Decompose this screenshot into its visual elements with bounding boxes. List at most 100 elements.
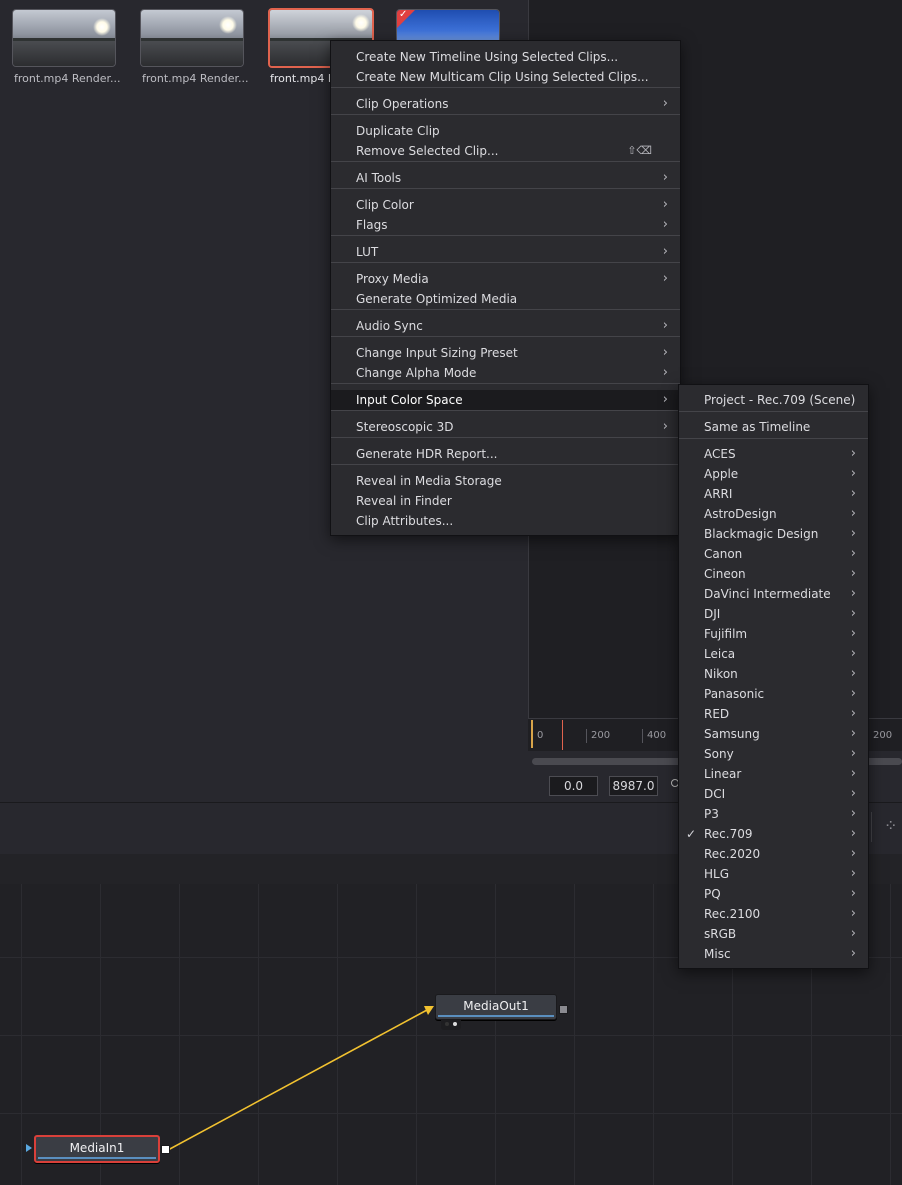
connection-line xyxy=(167,1009,428,1151)
menu-item-remove-selected-clip[interactable]: Remove Selected Clip... ⇧⌫ xyxy=(331,141,680,161)
color-space-item-rec-2020[interactable]: Rec.2020 › xyxy=(679,844,868,864)
color-space-item-aces[interactable]: ACES › xyxy=(679,444,868,464)
chevron-right-icon: › xyxy=(850,826,856,841)
color-space-item-arri[interactable]: ARRI › xyxy=(679,484,868,504)
color-space-item-fujifilm[interactable]: Fujifilm › xyxy=(679,624,868,644)
menu-item-proxy-media[interactable]: Proxy Media › xyxy=(331,269,680,289)
chevron-right-icon: › xyxy=(850,506,856,521)
color-space-item-linear[interactable]: Linear › xyxy=(679,764,868,784)
playhead[interactable] xyxy=(562,720,563,750)
menu-separator xyxy=(331,235,680,236)
color-space-item-p3[interactable]: P3 › xyxy=(679,804,868,824)
menu-item-label: Audio Sync xyxy=(356,319,423,333)
chevron-right-icon: › xyxy=(850,466,856,481)
menu-item-label: LUT xyxy=(356,245,379,259)
color-space-item-pq[interactable]: PQ › xyxy=(679,884,868,904)
color-space-item-dci[interactable]: DCI › xyxy=(679,784,868,804)
node-media-in-label: MediaIn1 xyxy=(69,1141,125,1155)
menu-item-ai-tools[interactable]: AI Tools › xyxy=(331,168,680,188)
ruler-tick: 200 xyxy=(586,729,610,743)
menu-item-label: Proxy Media xyxy=(356,272,429,286)
color-space-item-leica[interactable]: Leica › xyxy=(679,644,868,664)
spinner-icon[interactable]: ⁘ xyxy=(884,816,902,836)
input-arrow-icon xyxy=(26,1144,32,1152)
menu-item-lut[interactable]: LUT › xyxy=(331,242,680,262)
ruler-tick: 200 xyxy=(868,729,892,743)
clip-thumbnail-2[interactable] xyxy=(140,9,244,67)
chevron-right-icon: › xyxy=(850,446,856,461)
menu-item-audio-sync[interactable]: Audio Sync › xyxy=(331,316,680,336)
color-space-item-misc[interactable]: Misc › xyxy=(679,944,868,964)
chevron-right-icon: › xyxy=(850,846,856,861)
menu-separator xyxy=(331,161,680,162)
chevron-right-icon: › xyxy=(662,345,668,360)
menu-item-label: sRGB xyxy=(704,927,737,941)
menu-item-input-color-space[interactable]: Input Color Space › xyxy=(331,390,680,410)
color-space-item-canon[interactable]: Canon › xyxy=(679,544,868,564)
start-time-field[interactable]: 0.0 xyxy=(549,776,598,796)
menu-item-clip-color[interactable]: Clip Color › xyxy=(331,195,680,215)
menu-item-label: Duplicate Clip xyxy=(356,124,440,138)
menu-separator xyxy=(331,437,680,438)
color-space-item-apple[interactable]: Apple › xyxy=(679,464,868,484)
color-space-item-dji[interactable]: DJI › xyxy=(679,604,868,624)
color-space-item-blackmagic-design[interactable]: Blackmagic Design › xyxy=(679,524,868,544)
menu-item-reveal-in-finder[interactable]: Reveal in Finder xyxy=(331,491,680,511)
chevron-right-icon: › xyxy=(850,626,856,641)
menu-item-label: Nikon xyxy=(704,667,738,681)
chevron-right-icon: › xyxy=(662,419,668,434)
menu-item-generate-optimized-media[interactable]: Generate Optimized Media xyxy=(331,289,680,309)
node-media-out[interactable]: MediaOut1 xyxy=(435,994,557,1020)
menu-item-label: Clip Color xyxy=(356,198,414,212)
color-space-item-rec-709[interactable]: ✓ Rec.709 › xyxy=(679,824,868,844)
chevron-right-icon: › xyxy=(662,392,668,407)
color-space-item-astrodesign[interactable]: AstroDesign › xyxy=(679,504,868,524)
color-space-item-hlg[interactable]: HLG › xyxy=(679,864,868,884)
menu-item-label: ARRI xyxy=(704,487,733,501)
color-space-item-srgb[interactable]: sRGB › xyxy=(679,924,868,944)
color-space-item-project-rec-709-scene[interactable]: Project - Rec.709 (Scene) xyxy=(679,390,868,410)
color-space-item-rec-2100[interactable]: Rec.2100 › xyxy=(679,904,868,924)
menu-item-create-new-timeline-using-selected-clips[interactable]: Create New Timeline Using Selected Clips… xyxy=(331,47,680,67)
color-space-item-red[interactable]: RED › xyxy=(679,704,868,724)
menu-item-label: Change Alpha Mode xyxy=(356,366,477,380)
chevron-right-icon: › xyxy=(662,271,668,286)
menu-item-label: Canon xyxy=(704,547,743,561)
menu-item-label: Samsung xyxy=(704,727,760,741)
menu-item-generate-hdr-report[interactable]: Generate HDR Report... xyxy=(331,444,680,464)
chevron-right-icon: › xyxy=(850,906,856,921)
menu-item-duplicate-clip[interactable]: Duplicate Clip xyxy=(331,121,680,141)
color-space-item-davinci-intermediate[interactable]: DaVinci Intermediate › xyxy=(679,584,868,604)
color-space-item-samsung[interactable]: Samsung › xyxy=(679,724,868,744)
menu-item-label: PQ xyxy=(704,887,721,901)
menu-item-change-alpha-mode[interactable]: Change Alpha Mode › xyxy=(331,363,680,383)
shortcut-label: ⇧⌫ xyxy=(627,144,652,157)
menu-item-create-new-multicam-clip-using-selected-clips[interactable]: Create New Multicam Clip Using Selected … xyxy=(331,67,680,87)
menu-item-label: Linear xyxy=(704,767,742,781)
color-space-item-nikon[interactable]: Nikon › xyxy=(679,664,868,684)
menu-item-flags[interactable]: Flags › xyxy=(331,215,680,235)
chevron-right-icon: › xyxy=(662,365,668,380)
node-media-in[interactable]: MediaIn1 xyxy=(34,1135,160,1163)
menu-item-label: ACES xyxy=(704,447,736,461)
output-port[interactable] xyxy=(559,1005,568,1014)
menu-item-label: Misc xyxy=(704,947,731,961)
menu-item-change-input-sizing-preset[interactable]: Change Input Sizing Preset › xyxy=(331,343,680,363)
clip-label-1: front.mp4 Render... xyxy=(14,72,121,85)
color-space-item-panasonic[interactable]: Panasonic › xyxy=(679,684,868,704)
chevron-right-icon: › xyxy=(850,886,856,901)
menu-item-label: Clip Attributes... xyxy=(356,514,454,528)
mask-input[interactable] xyxy=(441,1020,461,1030)
clip-thumbnail-1[interactable] xyxy=(12,9,116,67)
menu-item-reveal-in-media-storage[interactable]: Reveal in Media Storage xyxy=(331,471,680,491)
menu-separator xyxy=(679,438,868,439)
menu-item-clip-attributes[interactable]: Clip Attributes... xyxy=(331,511,680,531)
output-port[interactable] xyxy=(161,1145,170,1154)
menu-item-label: RED xyxy=(704,707,730,721)
menu-item-clip-operations[interactable]: Clip Operations › xyxy=(331,94,680,114)
color-space-item-same-as-timeline[interactable]: Same as Timeline xyxy=(679,417,868,437)
end-time-field[interactable]: 8987.0 xyxy=(609,776,658,796)
menu-item-stereoscopic-3d[interactable]: Stereoscopic 3D › xyxy=(331,417,680,437)
color-space-item-cineon[interactable]: Cineon › xyxy=(679,564,868,584)
color-space-item-sony[interactable]: Sony › xyxy=(679,744,868,764)
